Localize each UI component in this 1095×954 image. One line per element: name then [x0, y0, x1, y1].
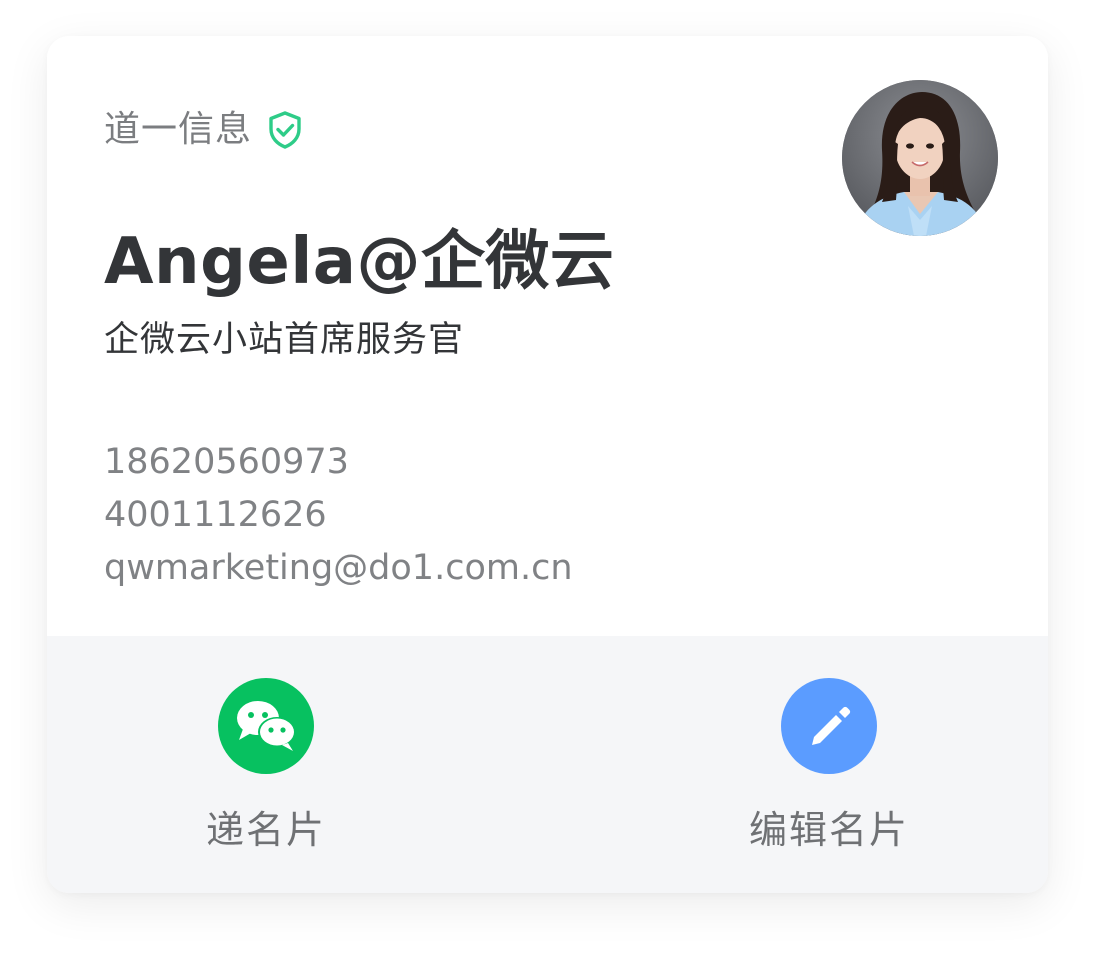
- action-bar: 递名片 编辑名片: [47, 636, 1048, 893]
- business-card: 道一信息 Angela@企微云 企微云小站首席服务官 18620560973 4…: [47, 36, 1048, 893]
- contact-details: 18620560973 4001112626 qwmarketing@do1.c…: [104, 436, 573, 595]
- avatar[interactable]: [842, 80, 998, 236]
- company-row: 道一信息: [104, 108, 306, 152]
- edit-card-button[interactable]: 编辑名片: [709, 678, 949, 854]
- edit-card-label: 编辑名片: [748, 808, 909, 852]
- company-name: 道一信息: [104, 109, 253, 150]
- card-info-section: 道一信息 Angela@企微云 企微云小站首席服务官 18620560973 4…: [47, 36, 1048, 636]
- share-card-button[interactable]: 递名片: [146, 678, 386, 854]
- email-address[interactable]: qwmarketing@do1.com.cn: [104, 542, 573, 595]
- wechat-icon: [218, 678, 314, 774]
- verified-shield-icon: [264, 109, 306, 151]
- share-card-label: 递名片: [205, 808, 326, 852]
- pencil-icon: [781, 678, 877, 774]
- office-phone[interactable]: 4001112626: [104, 489, 573, 542]
- contact-name: Angela@企微云: [104, 225, 615, 299]
- job-title: 企微云小站首席服务官: [104, 320, 465, 360]
- mobile-number[interactable]: 18620560973: [104, 436, 573, 489]
